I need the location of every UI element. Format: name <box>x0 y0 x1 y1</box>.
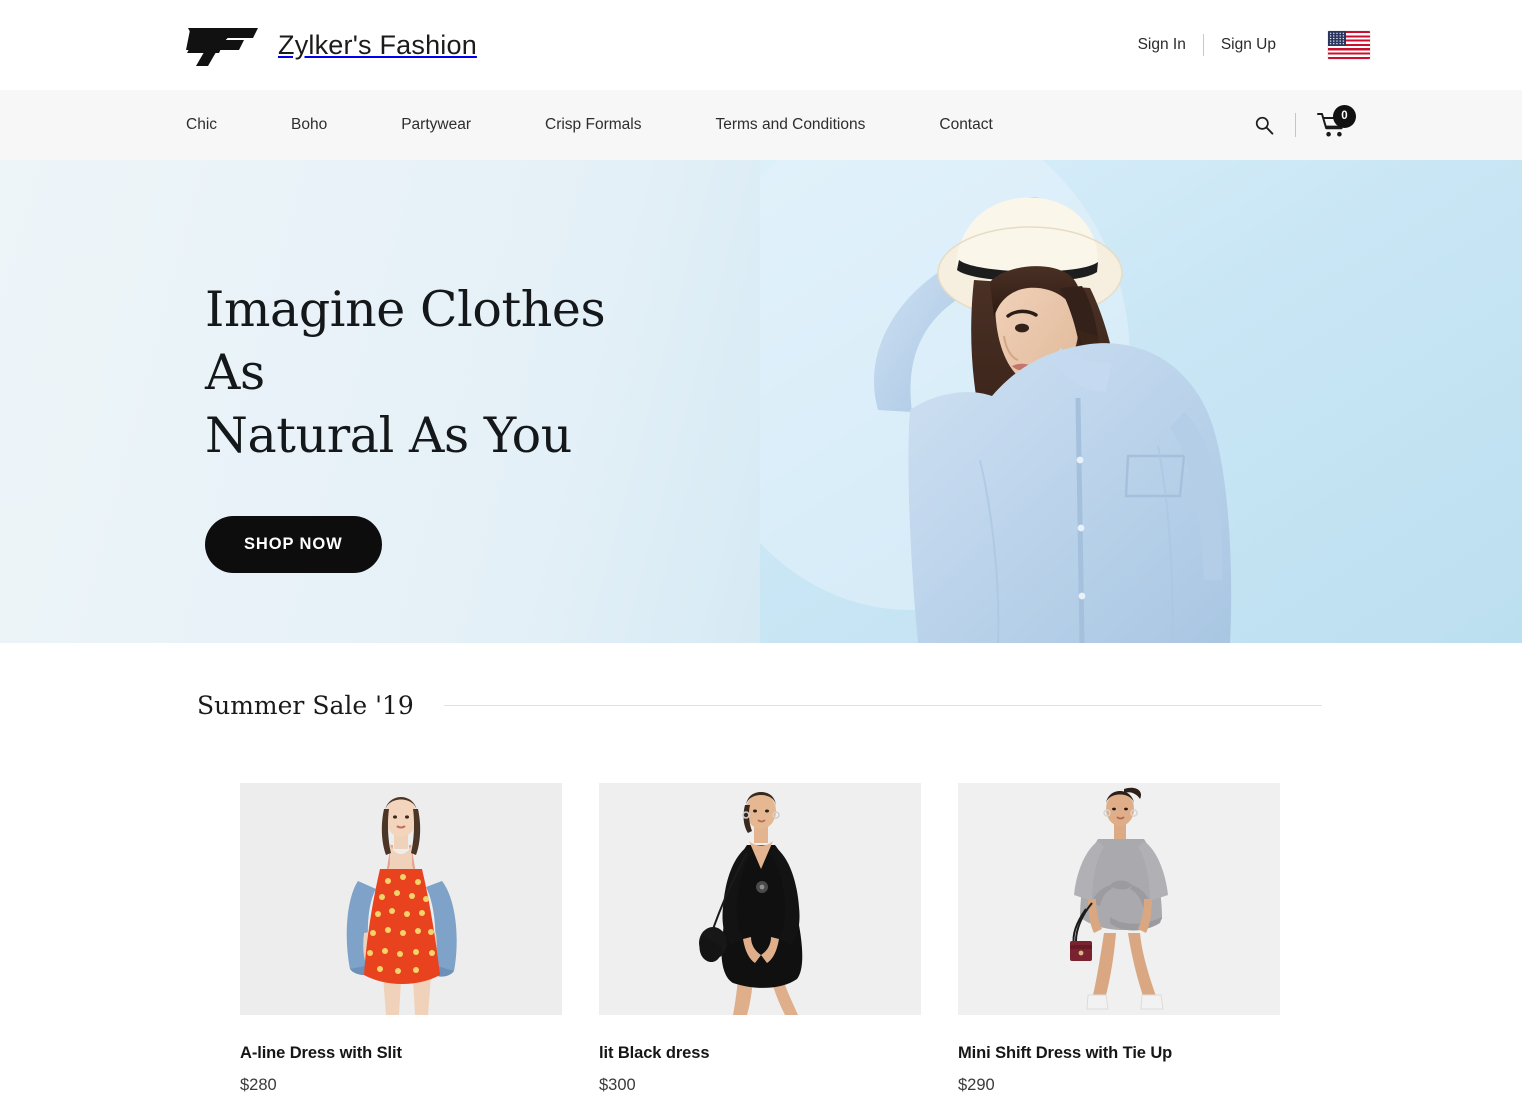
nav-item-crisp-formals[interactable]: Crisp Formals <box>545 116 641 134</box>
search-icon <box>1255 116 1274 135</box>
hero-title-line-1: Imagine Clothes As <box>205 281 606 402</box>
hero-title: Imagine Clothes As Natural As You <box>205 278 675 468</box>
hero-copy: Imagine Clothes As Natural As You SHOP N… <box>205 278 675 573</box>
shop-now-button[interactable]: SHOP NOW <box>205 515 382 573</box>
hero-title-line-2: Natural As You <box>205 407 572 465</box>
nav-item-chic[interactable]: Chic <box>186 116 217 134</box>
sign-in-link[interactable]: Sign In <box>1121 36 1203 54</box>
product-price: $300 <box>599 1076 636 1094</box>
product-grid: A-line Dress with Slit $280 lit Black dr… <box>240 783 1522 1095</box>
product-name: A-line Dress with Slit <box>240 1044 402 1062</box>
search-button[interactable] <box>1253 114 1275 136</box>
brand-name: Zylker's Fashion <box>278 29 477 60</box>
nav-item-boho[interactable]: Boho <box>291 116 327 134</box>
flag-canton <box>1328 31 1346 46</box>
hero-model-illustration <box>760 160 1522 643</box>
nav-item-contact[interactable]: Contact <box>939 116 992 134</box>
brand-logo-link[interactable]: Zylker's Fashion <box>186 22 477 68</box>
nav-item-partywear[interactable]: Partywear <box>401 116 471 134</box>
sign-up-link[interactable]: Sign Up <box>1204 36 1293 54</box>
nav-actions: 0 <box>1253 105 1356 141</box>
header-actions: Sign In Sign Up <box>1121 31 1370 59</box>
product-name: Mini Shift Dress with Tie Up <box>958 1044 1173 1062</box>
product-card[interactable]: Mini Shift Dress with Tie Up $290 <box>958 783 1280 1095</box>
product-name: lit Black dress <box>599 1044 710 1062</box>
black-dress-illustration <box>599 783 921 1015</box>
section-title: Summer Sale '19 <box>197 691 414 720</box>
nav-links: Chic Boho Partywear Crisp Formals Terms … <box>186 116 993 134</box>
nav-item-terms-and-conditions[interactable]: Terms and Conditions <box>715 116 865 134</box>
summer-sale-section: Summer Sale '19 A-line Dress with Slit $… <box>0 643 1522 1095</box>
product-card[interactable]: lit Black dress $300 <box>599 783 921 1095</box>
site-header: Zylker's Fashion Sign In Sign Up <box>0 0 1522 90</box>
product-card[interactable]: A-line Dress with Slit $280 <box>240 783 562 1095</box>
section-divider <box>443 704 1322 707</box>
product-price: $290 <box>958 1076 995 1094</box>
product-image[interactable] <box>958 783 1280 1015</box>
product-image[interactable] <box>240 783 562 1015</box>
grey-tie-up-dress-illustration <box>958 783 1280 1015</box>
product-image[interactable] <box>599 783 921 1015</box>
section-header: Summer Sale '19 <box>197 691 1322 720</box>
zf-monogram-logo-icon <box>186 28 258 66</box>
nav-divider <box>1295 113 1296 137</box>
hero-banner: Imagine Clothes As Natural As You SHOP N… <box>0 160 1522 643</box>
cart-icon-wrap: 0 <box>1316 105 1356 141</box>
us-flag-icon[interactable] <box>1328 31 1370 59</box>
hero-image <box>760 160 1522 643</box>
cart-button[interactable]: 0 <box>1316 105 1356 141</box>
product-price: $280 <box>240 1076 277 1094</box>
red-floral-dress-illustration <box>240 783 562 1015</box>
cart-count-badge: 0 <box>1333 105 1356 128</box>
main-navigation: Chic Boho Partywear Crisp Formals Terms … <box>0 90 1522 160</box>
